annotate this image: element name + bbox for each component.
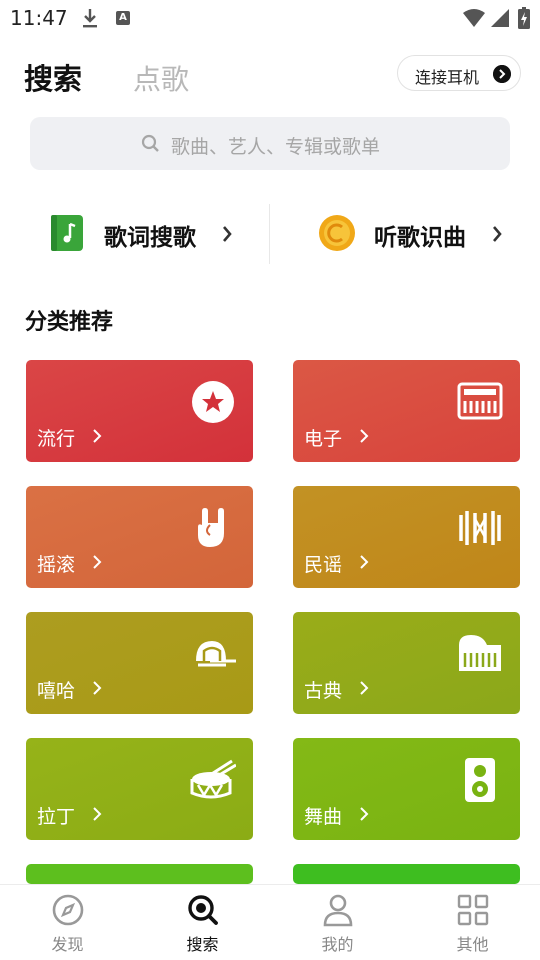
chevron-right-icon xyxy=(223,226,232,242)
category-card[interactable]: 舞曲 xyxy=(293,738,520,840)
nav-item-discover[interactable]: 发现 xyxy=(0,885,135,960)
synth-keyboard-icon xyxy=(457,382,503,420)
search-icon xyxy=(141,134,159,152)
nav-label: 我的 xyxy=(321,935,354,954)
rock-hand-icon xyxy=(198,508,224,547)
coin-icon xyxy=(319,215,355,251)
nav-label: 搜索 xyxy=(186,935,219,954)
music-book-icon xyxy=(51,215,83,251)
category-card-partial[interactable] xyxy=(26,864,253,884)
section-title: 分类推荐 xyxy=(25,310,114,335)
chevron-right-icon xyxy=(360,681,369,695)
chevron-right-icon xyxy=(360,555,369,569)
chevron-right-icon xyxy=(360,429,369,443)
search-icon xyxy=(188,895,218,925)
download-icon xyxy=(83,9,97,28)
category-card-partial[interactable] xyxy=(293,864,520,884)
category-card[interactable]: 电子 xyxy=(293,360,520,462)
chevron-right-icon xyxy=(493,226,502,242)
search-input[interactable]: 歌曲、艺人、专辑或歌单 xyxy=(30,117,510,170)
wifi-icon xyxy=(463,9,485,27)
chevron-right-icon xyxy=(93,681,102,695)
tab-order-song[interactable]: 点歌 xyxy=(133,58,189,98)
connect-headphones-button[interactable]: 连接耳机 xyxy=(397,55,521,91)
speaker-icon xyxy=(465,758,495,802)
grid-icon xyxy=(457,894,489,926)
chevron-right-icon xyxy=(93,555,102,569)
person-icon xyxy=(323,894,353,927)
bottom-nav: 发现 搜索 我的 其他 xyxy=(0,884,540,960)
cap-icon xyxy=(196,641,236,667)
category-card[interactable]: 古典 xyxy=(293,612,520,714)
nav-item-other[interactable]: 其他 xyxy=(405,885,540,960)
category-label: 古典 xyxy=(304,680,343,702)
status-time: 11:47 xyxy=(10,6,68,30)
category-card[interactable]: 摇滚 xyxy=(26,486,253,588)
category-label: 民谣 xyxy=(304,554,343,576)
compass-icon xyxy=(52,894,84,926)
battery-icon xyxy=(518,7,530,29)
nav-label: 发现 xyxy=(51,935,84,954)
nav-item-mine[interactable]: 我的 xyxy=(270,885,405,960)
category-card[interactable]: 流行 xyxy=(26,360,253,462)
listen-identify-label: 听歌识曲 xyxy=(374,225,466,251)
divider xyxy=(269,204,270,264)
header: 搜索 点歌 连接耳机 xyxy=(0,50,540,100)
category-label: 摇滚 xyxy=(37,554,76,576)
drum-icon xyxy=(190,759,236,799)
piano-icon xyxy=(459,635,501,671)
category-label: 流行 xyxy=(37,428,76,450)
search-placeholder: 歌曲、艺人、专辑或歌单 xyxy=(171,136,381,158)
listen-identify-button[interactable]: 听歌识曲 xyxy=(318,208,518,260)
star-icon xyxy=(192,381,234,423)
category-card[interactable]: 民谣 xyxy=(293,486,520,588)
category-card[interactable]: 嘻哈 xyxy=(26,612,253,714)
harmonica-icon xyxy=(459,511,501,545)
tab-search[interactable]: 搜索 xyxy=(24,56,82,98)
lyric-search-label: 歌词搜歌 xyxy=(104,225,196,251)
chevron-right-icon xyxy=(93,429,102,443)
category-label: 嘻哈 xyxy=(37,680,76,702)
nav-label: 其他 xyxy=(456,935,489,954)
category-label: 拉丁 xyxy=(37,806,76,828)
signal-icon xyxy=(491,9,509,27)
category-label: 舞曲 xyxy=(304,806,343,828)
status-bar: 11:47 A xyxy=(0,0,540,36)
lyric-search-button[interactable]: 歌词搜歌 xyxy=(48,208,248,260)
category-card[interactable]: 拉丁 xyxy=(26,738,253,840)
chevron-right-icon xyxy=(493,65,511,83)
category-label: 电子 xyxy=(304,428,343,450)
nav-item-search[interactable]: 搜索 xyxy=(135,885,270,960)
connect-headphones-label: 连接耳机 xyxy=(415,68,480,87)
chevron-right-icon xyxy=(360,807,369,821)
chevron-right-icon xyxy=(93,807,102,821)
input-method-icon: A xyxy=(116,11,130,25)
